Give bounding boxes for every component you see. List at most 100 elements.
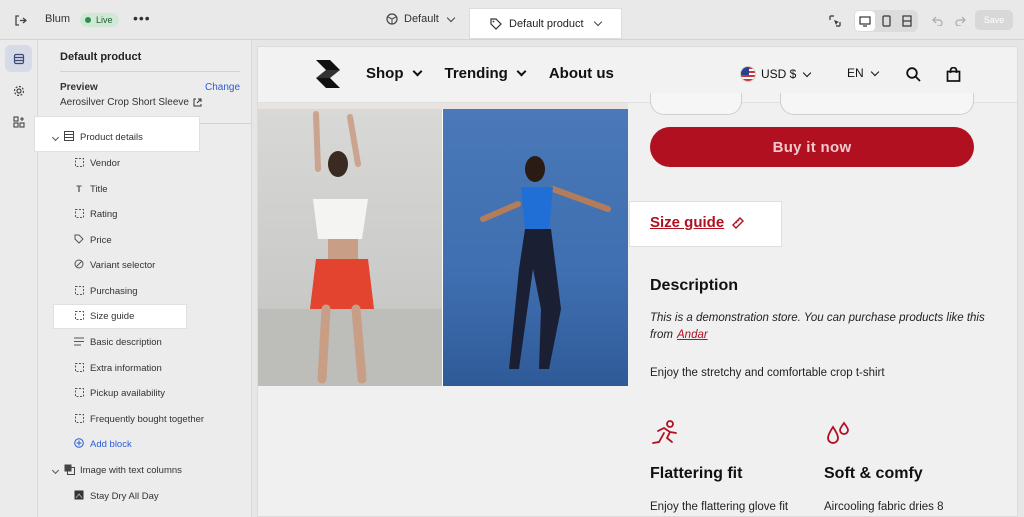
redo-icon[interactable] (950, 11, 970, 31)
dashed-square-icon (74, 208, 84, 220)
theme-label: Default (404, 13, 439, 25)
undo-icon[interactable] (927, 11, 947, 31)
feature-title: Soft & comfy (824, 465, 923, 482)
block-extra-information[interactable]: Extra information (74, 358, 162, 378)
more-options-icon[interactable]: ••• (133, 10, 151, 26)
sections-icon[interactable] (5, 45, 32, 72)
tag-icon (490, 17, 502, 30)
sidebar-title: Default product (60, 51, 142, 63)
currency-label: USD $ (761, 67, 797, 81)
block-pickup-availability[interactable]: Pickup availability (74, 383, 165, 403)
droplets-icon (824, 419, 854, 449)
size-guide-label: Size guide (650, 214, 725, 231)
exit-icon[interactable] (10, 0, 30, 40)
save-button[interactable]: Save (975, 10, 1013, 30)
store-name: Blum (45, 13, 71, 25)
dashed-square-icon (74, 157, 84, 169)
runner-icon (650, 419, 680, 449)
description-title: Description (650, 277, 739, 294)
image-columns-icon (64, 464, 75, 477)
live-label: Live (96, 15, 113, 25)
left-rail (0, 40, 38, 517)
nav-item-trending[interactable]: Trending (444, 65, 527, 82)
feature-title: Flattering fit (650, 465, 743, 482)
nav-item-about-us[interactable]: About us (549, 65, 614, 82)
ruler-icon (732, 216, 745, 229)
size-guide-link[interactable]: Size guide (650, 214, 745, 231)
nav-label: Trending (444, 65, 508, 82)
fullscreen-view-icon[interactable] (897, 11, 917, 31)
block-purchasing[interactable]: Purchasing (74, 281, 138, 301)
description-text: This is a demonstration store. You can p… (650, 310, 990, 344)
block-size-guide[interactable]: Size guide (74, 306, 134, 326)
nav-item-shop[interactable]: Shop (366, 65, 422, 82)
product-image-2[interactable] (443, 109, 628, 386)
title-icon: T (76, 184, 82, 194)
block-label: Size guide (90, 310, 135, 322)
template-label: Default product (509, 17, 584, 30)
dashed-square-icon (74, 285, 84, 297)
store-logo-icon[interactable] (314, 58, 342, 90)
image-block-icon (74, 490, 84, 502)
andar-link[interactable]: Andar (677, 329, 708, 341)
device-toggle (854, 10, 918, 32)
preview-label: Preview (60, 82, 98, 93)
description-plain: Enjoy the stretchy and comfortable crop … (650, 367, 885, 379)
language-selector[interactable]: EN (847, 66, 879, 80)
block-price[interactable]: Price (74, 230, 112, 250)
store-preview: Shop Trending About us USD $ EN Buy it n… (257, 46, 1018, 517)
toolbar (825, 10, 970, 32)
dashed-square-icon (74, 362, 84, 374)
chevron-down-icon (50, 465, 60, 475)
live-dot-icon (85, 17, 91, 23)
quantity-selector-partial[interactable] (650, 93, 742, 115)
block-stay-dry-all-day[interactable]: Stay Dry All Day (74, 486, 159, 506)
product-details-icon (64, 131, 74, 143)
product-image-1[interactable] (258, 109, 442, 386)
mobile-view-icon[interactable] (876, 11, 896, 31)
block-basic-description[interactable]: Basic description (74, 332, 162, 352)
section-product-details[interactable]: Product details (50, 127, 143, 147)
feature-text: Enjoy the flattering glove fit (650, 501, 789, 513)
add-block-button[interactable]: Add block (74, 434, 132, 454)
dashed-square-icon (74, 387, 84, 399)
variant-icon (74, 259, 84, 271)
section-label: Image with text columns (80, 464, 182, 476)
chevron-down-icon (412, 66, 422, 77)
block-label: Pickup availability (90, 387, 165, 399)
block-frequently-bought-together[interactable]: Frequently bought together (74, 409, 204, 429)
block-variant-selector[interactable]: Variant selector (74, 255, 155, 275)
preview-product[interactable]: Aerosilver Crop Short Sleeve (60, 97, 202, 108)
chevron-down-icon (870, 67, 879, 76)
chevron-down-icon (593, 17, 602, 27)
section-image-with-text-columns[interactable]: Image with text columns (50, 460, 182, 480)
chevron-down-icon (803, 68, 812, 77)
us-flag-icon (740, 66, 756, 82)
desktop-view-icon[interactable] (855, 11, 875, 31)
block-rating[interactable]: Rating (74, 204, 117, 224)
block-label: Variant selector (90, 259, 156, 271)
block-label: Vendor (90, 157, 121, 169)
apps-icon[interactable] (5, 108, 32, 135)
block-label: Stay Dry All Day (90, 490, 159, 502)
dashed-square-icon (74, 413, 84, 425)
change-link[interactable]: Change (205, 82, 240, 93)
template-selector[interactable]: Default product (469, 8, 622, 39)
plus-circle-icon (74, 438, 84, 450)
block-title[interactable]: T Title (74, 179, 107, 199)
cart-bag-icon[interactable] (944, 65, 962, 83)
chevron-down-icon (50, 132, 60, 142)
block-label: Extra information (90, 362, 162, 374)
price-tag-icon (74, 234, 84, 246)
theme-selector[interactable]: Default (386, 13, 456, 25)
buy-it-now-button[interactable]: Buy it now (650, 127, 974, 167)
currency-selector[interactable]: USD $ (740, 66, 812, 82)
add-to-cart-partial[interactable] (780, 93, 974, 115)
feature-text: Aircooling fabric dries 8 (824, 501, 944, 513)
settings-gear-icon[interactable] (5, 77, 32, 104)
search-icon[interactable] (904, 65, 922, 83)
chevron-down-icon (516, 66, 527, 77)
block-label: Price (90, 234, 112, 246)
inspector-icon[interactable] (825, 11, 845, 31)
block-vendor[interactable]: Vendor (74, 153, 120, 173)
